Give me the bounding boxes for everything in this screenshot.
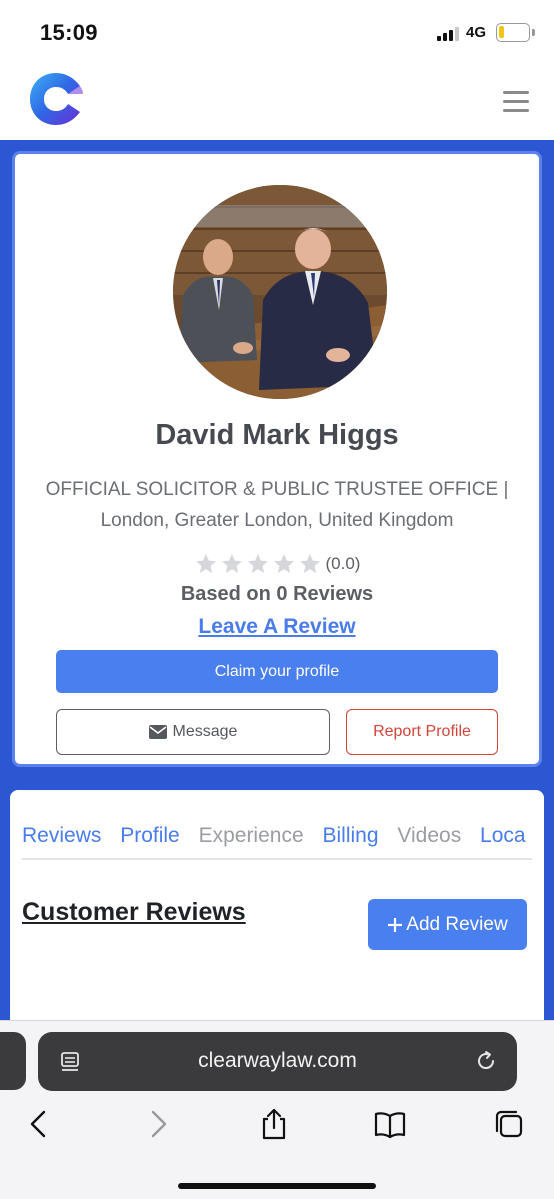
profile-card: David Mark Higgs OFFICIAL SOLICITOR & PU… (12, 151, 542, 767)
bookmarks-icon[interactable] (373, 1107, 407, 1141)
tab-profile[interactable]: Profile (120, 824, 180, 848)
status-time: 15:09 (40, 20, 98, 45)
profile-tabs: Reviews Profile Experience Billing Video… (22, 824, 532, 854)
network-type: 4G (466, 24, 487, 41)
location: London, Greater London, United Kingdom (100, 510, 454, 531)
tab-location[interactable]: Loca (480, 824, 526, 848)
reload-icon[interactable] (474, 1049, 498, 1073)
message-label: Message (172, 723, 238, 740)
status-bar: 15:09 4G (0, 0, 554, 64)
profile-photo (173, 185, 387, 399)
report-profile-button[interactable]: Report Profile (346, 709, 498, 755)
share-icon[interactable] (257, 1107, 291, 1141)
star-icon (221, 554, 242, 573)
envelope-icon (148, 725, 167, 739)
star-rating: (0.0) (194, 552, 361, 576)
organization-name: OFFICIAL SOLICITOR & PUBLIC TRUSTEE OFFI… (45, 479, 509, 500)
review-count: Based on 0 Reviews (180, 583, 374, 605)
tab-experience[interactable]: Experience (199, 824, 304, 848)
tab-videos[interactable]: Videos (397, 824, 461, 848)
add-review-button[interactable]: Add Review (368, 899, 527, 950)
site-header (0, 64, 554, 140)
signal-icon (437, 25, 459, 41)
url-text: clearwaylaw.com (198, 1049, 357, 1072)
rating-row: (0.0) (15, 552, 539, 581)
star-icon (247, 554, 268, 573)
tab-reviews[interactable]: Reviews (22, 824, 101, 848)
claim-profile-button[interactable]: Claim your profile (56, 650, 498, 693)
hamburger-menu-icon[interactable] (503, 91, 529, 113)
add-review-label: Add Review (406, 913, 508, 935)
tabs-divider (22, 858, 532, 860)
customer-reviews-title: Customer Reviews (22, 898, 246, 926)
reviews-card: Reviews Profile Experience Billing Video… (10, 790, 544, 1030)
clearway-logo-icon[interactable] (28, 70, 84, 128)
forward-icon[interactable] (141, 1107, 175, 1141)
organization-location: OFFICIAL SOLICITOR & PUBLIC TRUSTEE OFFI… (27, 474, 527, 536)
battery-level-fill (499, 26, 504, 38)
battery-icon (496, 23, 530, 42)
browser-toolbar: clearwaylaw.com (0, 1020, 554, 1199)
previous-tab-preview[interactable] (0, 1032, 26, 1090)
plus-icon (388, 917, 403, 932)
back-icon[interactable] (22, 1107, 56, 1141)
battery-nub (532, 29, 535, 36)
star-icon (273, 554, 294, 573)
home-indicator (178, 1183, 376, 1189)
star-icon (195, 554, 216, 573)
rating-value: (0.0) (325, 554, 361, 573)
address-bar[interactable]: clearwaylaw.com (38, 1032, 517, 1091)
star-icon (299, 554, 320, 573)
leave-review-link[interactable]: Leave A Review (15, 615, 539, 639)
message-button[interactable]: Message (56, 709, 330, 755)
tab-billing[interactable]: Billing (322, 824, 378, 848)
page: 15:09 4G David Mark Higgs OFFICIAL SOLIC… (0, 0, 554, 1199)
lawyer-name: David Mark Higgs (155, 419, 399, 451)
tabs-icon[interactable] (492, 1107, 526, 1141)
